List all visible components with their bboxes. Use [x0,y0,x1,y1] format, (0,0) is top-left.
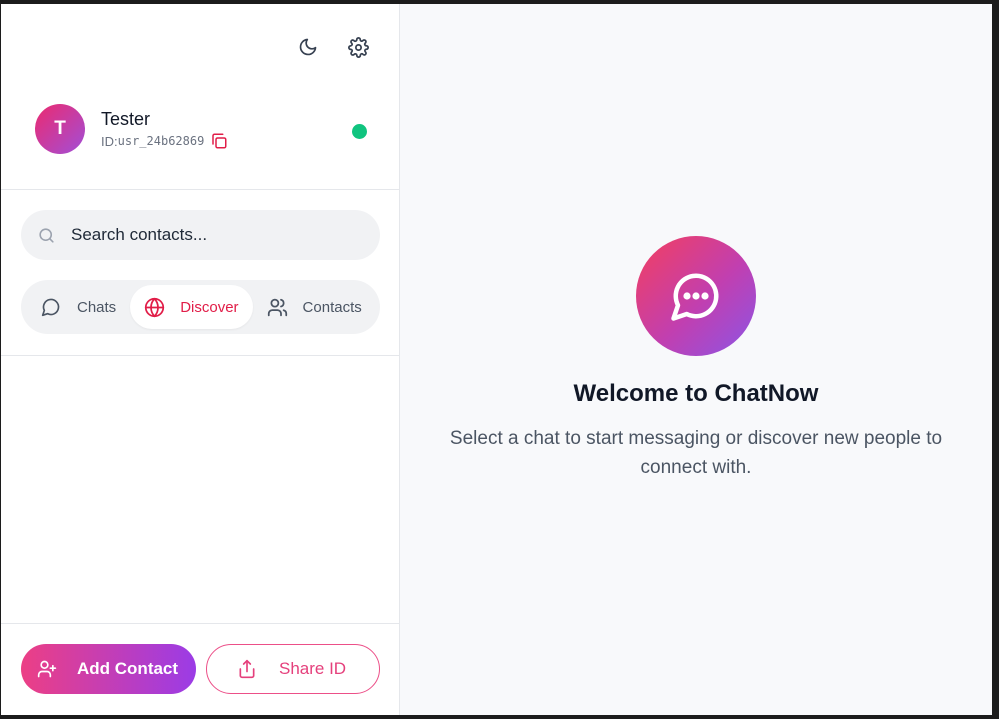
divider [1,189,400,190]
sidebar: T Tester ID: usr_24b62869 Search contact… [1,4,400,715]
share-id-label: Share ID [279,659,347,678]
divider [1,623,400,624]
add-contact-button[interactable]: Add Contact [21,644,196,694]
users-icon [267,296,289,318]
user-info: Tester ID: usr_24b62869 [101,108,228,150]
sidebar-tabs: Chats Discover Contacts [21,280,380,334]
chat-bubble-icon [41,296,63,318]
share-icon [237,658,259,680]
add-contact-label: Add Contact [77,659,179,678]
dark-mode-toggle[interactable] [297,36,319,58]
sidebar-top-actions [297,36,369,58]
online-status-indicator [352,124,367,139]
tab-label: Contacts [302,298,362,316]
tab-discover[interactable]: Discover [130,285,253,329]
search-bar [21,210,380,260]
app-window: T Tester ID: usr_24b62869 Search contact… [1,4,992,715]
chat-logo [636,236,756,356]
user-profile: T Tester ID: usr_24b62869 [35,104,367,154]
user-id-value: usr_24b62869 [117,134,205,148]
search-input[interactable] [71,225,351,245]
main-panel: Welcome to ChatNow Select a chat to star… [400,4,992,715]
moon-icon [299,38,317,56]
tab-contacts[interactable]: Contacts [253,285,376,329]
copy-id-button[interactable] [210,132,228,150]
copy-icon [212,133,227,149]
gear-icon [347,36,369,58]
share-id-button[interactable]: Share ID [206,644,380,694]
welcome-screen: Welcome to ChatNow Select a chat to star… [400,236,992,482]
user-id-row: ID: usr_24b62869 [101,132,228,150]
welcome-title: Welcome to ChatNow [573,380,819,407]
user-plus-icon [37,658,59,680]
search-icon [37,225,57,245]
message-dots-icon [671,273,719,321]
divider [1,355,400,356]
tab-chats[interactable]: Chats [27,285,130,329]
globe-icon [144,296,166,318]
settings-button[interactable] [347,36,369,58]
avatar: T [35,104,85,154]
welcome-text: Select a chat to start messaging or disc… [449,428,943,478]
user-name: Tester [101,109,151,129]
tab-label: Discover [180,298,239,316]
tab-label: Chats [77,298,117,316]
user-id-prefix: ID: [101,133,118,149]
